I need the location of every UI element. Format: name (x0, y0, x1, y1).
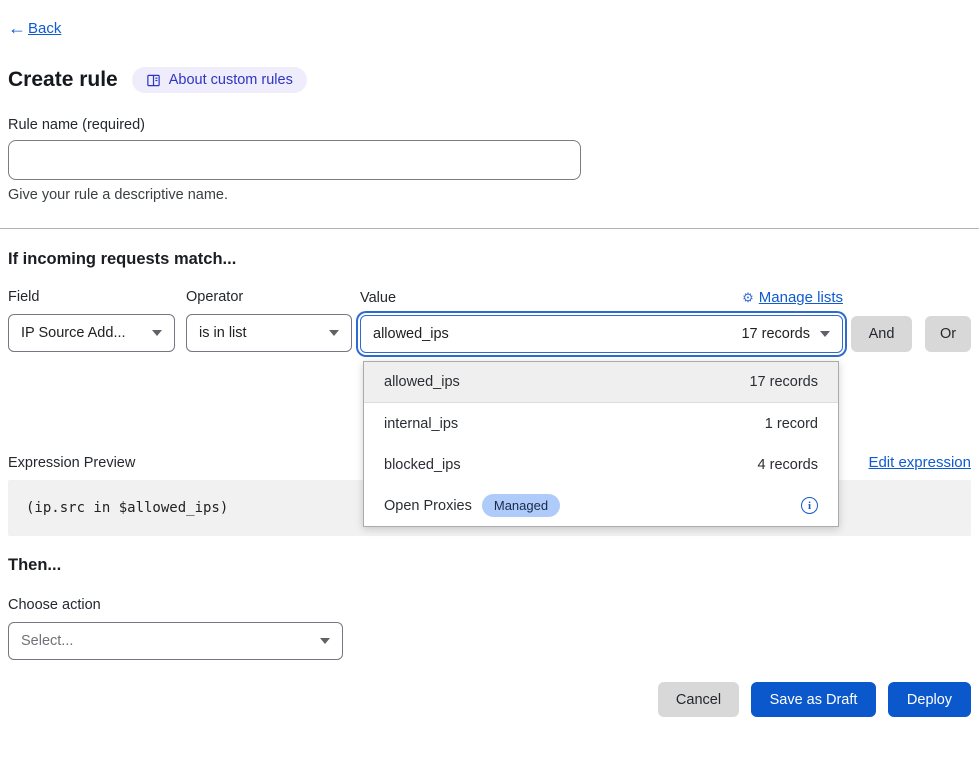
manage-lists-link[interactable]: ⚙ Manage lists (742, 289, 843, 306)
title-row: Create rule About custom rules (8, 67, 971, 93)
list-item-internal-ips[interactable]: internal_ips 1 record (364, 403, 838, 444)
book-icon (146, 73, 161, 88)
cancel-button[interactable]: Cancel (658, 682, 739, 717)
manage-lists-label: Manage lists (759, 289, 843, 306)
page-title: Create rule (8, 68, 118, 92)
list-item-blocked-ips[interactable]: blocked_ips 4 records (364, 444, 838, 485)
choose-action-label: Choose action (8, 597, 971, 613)
value-select[interactable]: allowed_ips 17 records allowed_ips 17 re… (360, 315, 843, 353)
info-icon[interactable]: i (801, 497, 818, 514)
action-select-placeholder: Select... (21, 633, 310, 649)
chevron-down-icon (152, 330, 162, 336)
list-item-records: 17 records (749, 374, 818, 390)
rule-name-label: Rule name (required) (8, 117, 971, 133)
action-select[interactable]: Select... (8, 622, 343, 660)
back-arrow-icon: ← (8, 18, 26, 39)
back-link-row: ← Back (8, 18, 971, 39)
list-dropdown: allowed_ips 17 records internal_ips 1 re… (363, 361, 839, 527)
operator-select-value: is in list (199, 325, 319, 341)
operator-column: Operator is in list (186, 289, 352, 352)
value-label-row: Value ⚙ Manage lists (360, 289, 843, 306)
list-item-name: blocked_ips (384, 457, 758, 473)
field-select[interactable]: IP Source Add... (8, 314, 175, 352)
value-label: Value (360, 290, 396, 306)
list-item-name: internal_ips (384, 416, 765, 432)
edit-expression-link[interactable]: Edit expression (868, 454, 971, 471)
then-section-heading: Then... (8, 556, 971, 575)
value-select-meta: 17 records (741, 326, 810, 342)
list-item-allowed-ips[interactable]: allowed_ips 17 records (364, 362, 838, 403)
field-select-value: IP Source Add... (21, 325, 142, 341)
chevron-down-icon (320, 638, 330, 644)
operator-select[interactable]: is in list (186, 314, 352, 352)
about-custom-rules-link[interactable]: About custom rules (132, 67, 307, 93)
match-section-heading: If incoming requests match... (8, 250, 971, 269)
create-rule-page: ← Back Create rule About custom rules Ru… (0, 18, 979, 717)
rule-name-helper: Give your rule a descriptive name. (8, 187, 971, 203)
save-as-draft-button[interactable]: Save as Draft (751, 682, 876, 717)
value-select-value: allowed_ips (373, 326, 731, 342)
managed-badge: Managed (482, 494, 560, 517)
about-custom-rules-label: About custom rules (169, 72, 293, 88)
or-button[interactable]: Or (925, 316, 971, 352)
list-item-name: Open Proxies (384, 498, 472, 514)
chevron-down-icon (820, 331, 830, 337)
rule-name-input[interactable] (8, 140, 581, 180)
operator-label: Operator (186, 289, 352, 305)
value-column: Value ⚙ Manage lists allowed_ips 17 reco… (360, 289, 843, 353)
list-item-records: 1 record (765, 416, 818, 432)
field-label: Field (8, 289, 175, 305)
list-item-open-proxies[interactable]: Open Proxies Managed i (364, 485, 838, 526)
field-column: Field IP Source Add... (8, 289, 175, 352)
condition-row: Field IP Source Add... Operator is in li… (8, 289, 971, 353)
list-item-records: 4 records (758, 457, 818, 473)
list-item-name: allowed_ips (384, 374, 749, 390)
expression-preview-label: Expression Preview (8, 455, 135, 471)
and-button[interactable]: And (851, 316, 912, 352)
footer-actions: Cancel Save as Draft Deploy (8, 682, 971, 717)
gear-icon: ⚙ (742, 290, 754, 306)
deploy-button[interactable]: Deploy (888, 682, 971, 717)
section-divider (0, 228, 979, 229)
chevron-down-icon (329, 330, 339, 336)
back-link[interactable]: Back (28, 20, 61, 37)
